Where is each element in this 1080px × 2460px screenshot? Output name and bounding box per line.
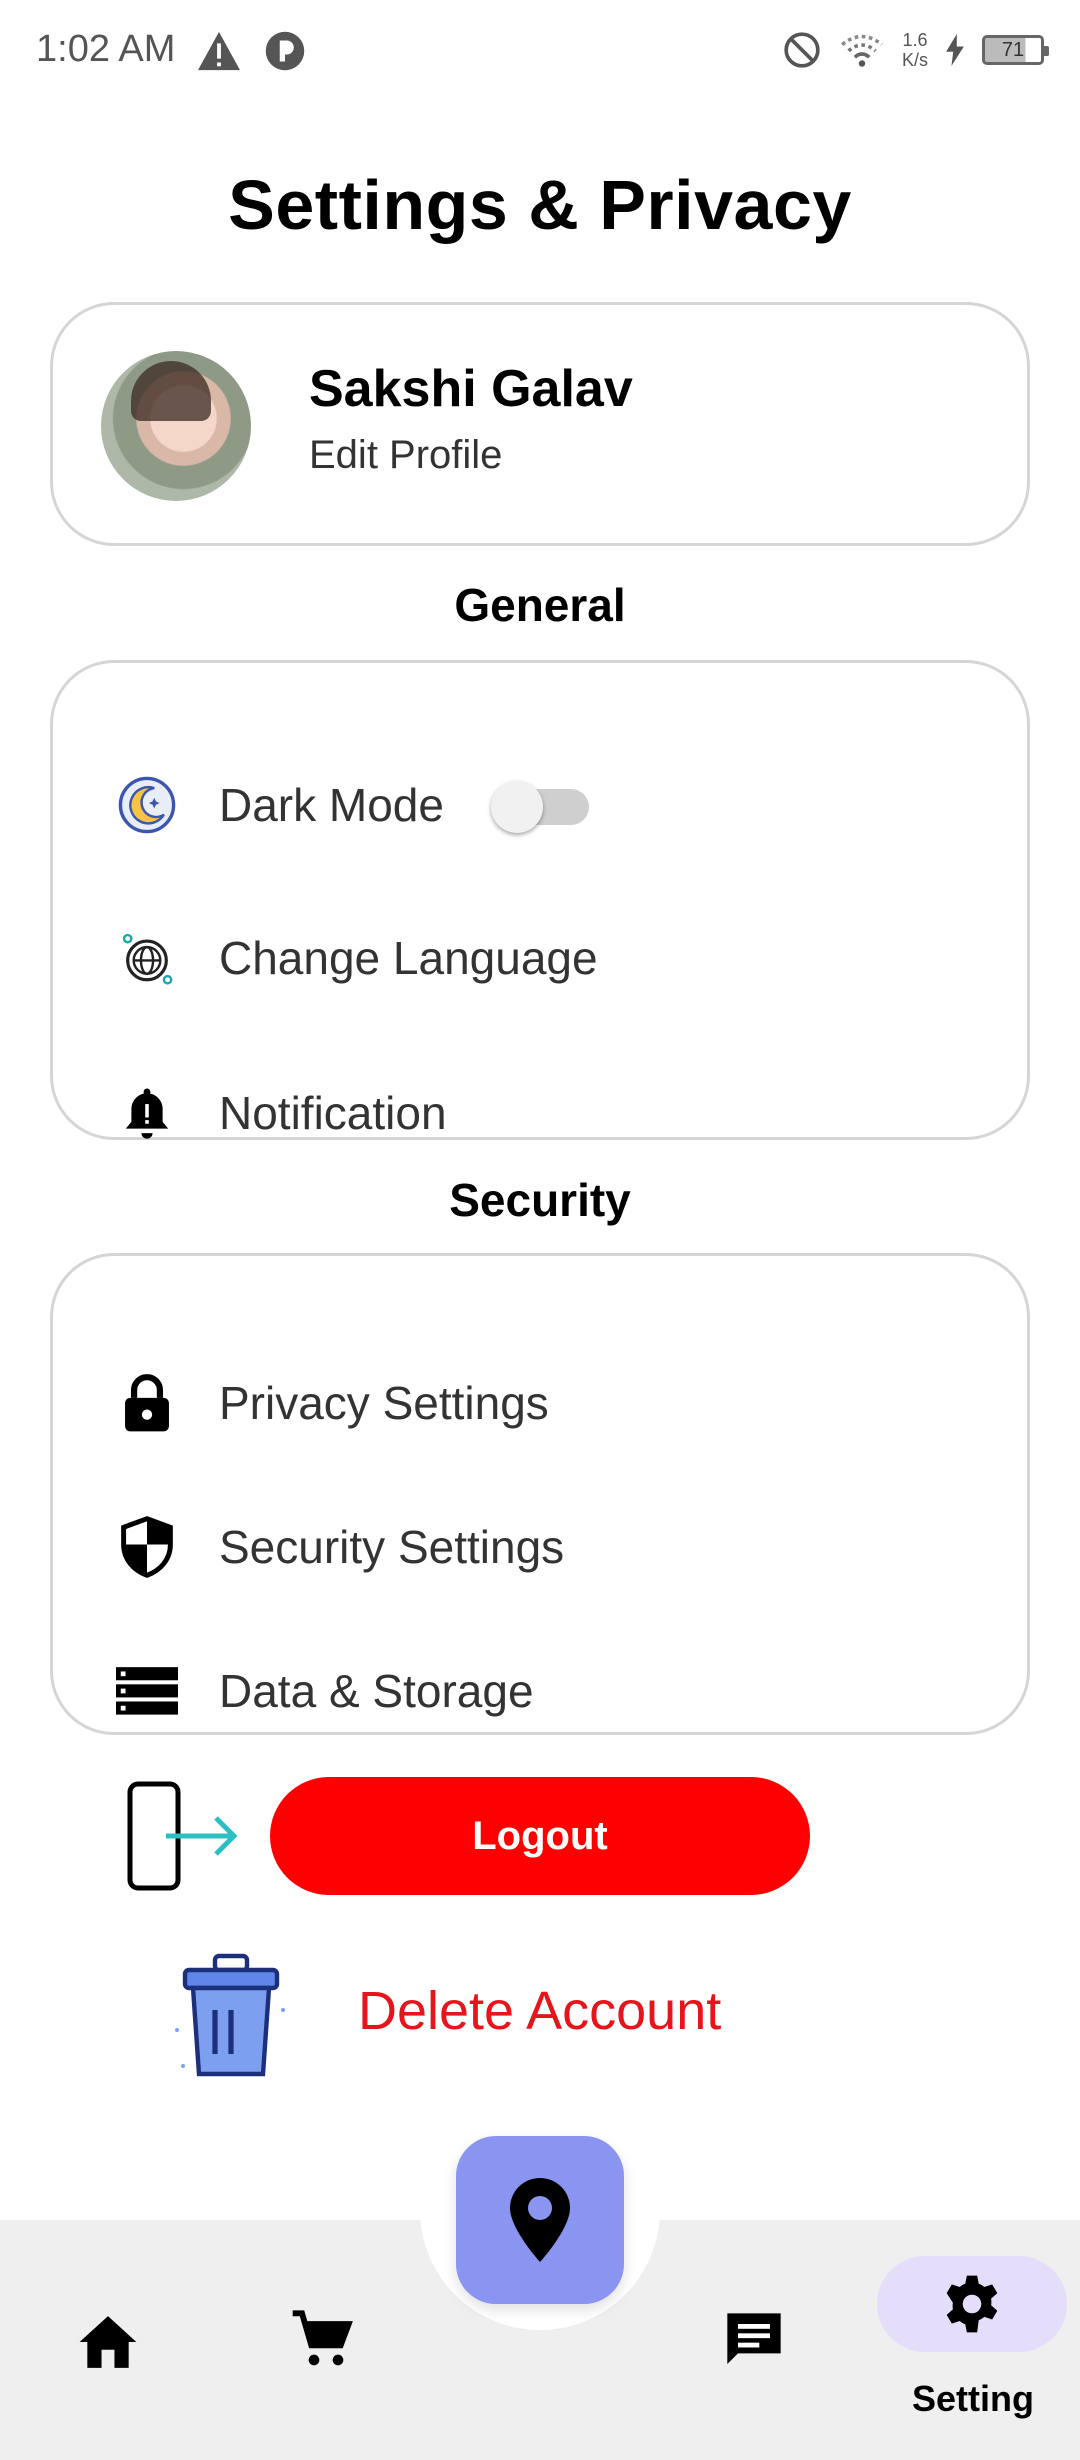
globe-icon <box>115 926 179 990</box>
message-icon <box>727 2313 781 2364</box>
warning-icon <box>198 31 240 71</box>
edit-profile-link[interactable]: Edit Profile <box>309 433 502 478</box>
security-card: Privacy Settings Security Settings Data … <box>50 1253 1030 1735</box>
messages-nav-button[interactable] <box>714 2300 794 2380</box>
status-time: 1:02 AM <box>36 28 176 70</box>
logout-icon[interactable] <box>122 1780 242 1892</box>
general-card: Dark Mode Change Language Notification <box>50 660 1030 1140</box>
lock-icon <box>115 1371 179 1435</box>
privacy-settings-row[interactable]: Privacy Settings <box>53 1358 1027 1448</box>
security-settings-label: Security Settings <box>219 1521 565 1573</box>
charging-icon <box>946 34 964 66</box>
trash-icon[interactable] <box>166 1950 296 2082</box>
notification-label: Notification <box>219 1087 447 1139</box>
setting-nav-button[interactable] <box>877 2256 1067 2352</box>
battery-indicator: 71 <box>982 35 1049 65</box>
shield-icon <box>115 1515 179 1579</box>
general-heading: General <box>454 579 626 631</box>
dark-mode-label: Dark Mode <box>219 779 444 831</box>
security-heading: Security <box>449 1174 631 1226</box>
home-icon <box>79 2316 137 2368</box>
cart-icon <box>292 2310 353 2366</box>
home-nav-button[interactable] <box>68 2302 148 2382</box>
app-status-icon <box>265 31 305 71</box>
data-storage-label: Data & Storage <box>219 1665 534 1717</box>
security-settings-row[interactable]: Security Settings <box>53 1502 1027 1592</box>
page-title: Settings & Privacy <box>228 166 852 244</box>
avatar[interactable] <box>101 351 251 501</box>
network-speed: 1.6 K/s <box>901 30 928 70</box>
logout-button[interactable]: Logout <box>270 1777 810 1895</box>
setting-nav-label[interactable]: Setting <box>880 2378 1066 2420</box>
moon-icon <box>115 773 179 837</box>
data-storage-row[interactable]: Data & Storage <box>53 1646 1027 1736</box>
notification-row[interactable]: Notification <box>53 1068 1027 1158</box>
storage-icon <box>115 1659 179 1723</box>
delete-account-link[interactable]: Delete Account <box>358 1980 721 2042</box>
bell-icon <box>115 1081 179 1145</box>
privacy-settings-label: Privacy Settings <box>219 1377 549 1429</box>
location-pin-icon <box>510 2178 570 2262</box>
change-language-label: Change Language <box>219 932 598 984</box>
gear-icon <box>946 2275 998 2333</box>
profile-name: Sakshi Galav <box>309 360 633 418</box>
status-bar: 1:02 AM 1.6 K/s 71 <box>0 0 1080 110</box>
profile-card[interactable]: Sakshi Galav Edit Profile <box>50 302 1030 546</box>
dark-mode-toggle[interactable] <box>491 781 591 833</box>
change-language-row[interactable]: Change Language <box>53 913 1027 1003</box>
dnd-icon <box>784 32 820 68</box>
wifi-icon <box>841 34 883 67</box>
location-fab[interactable] <box>456 2136 624 2304</box>
dark-mode-row[interactable]: Dark Mode <box>53 760 1027 850</box>
cart-nav-button[interactable] <box>282 2300 362 2380</box>
